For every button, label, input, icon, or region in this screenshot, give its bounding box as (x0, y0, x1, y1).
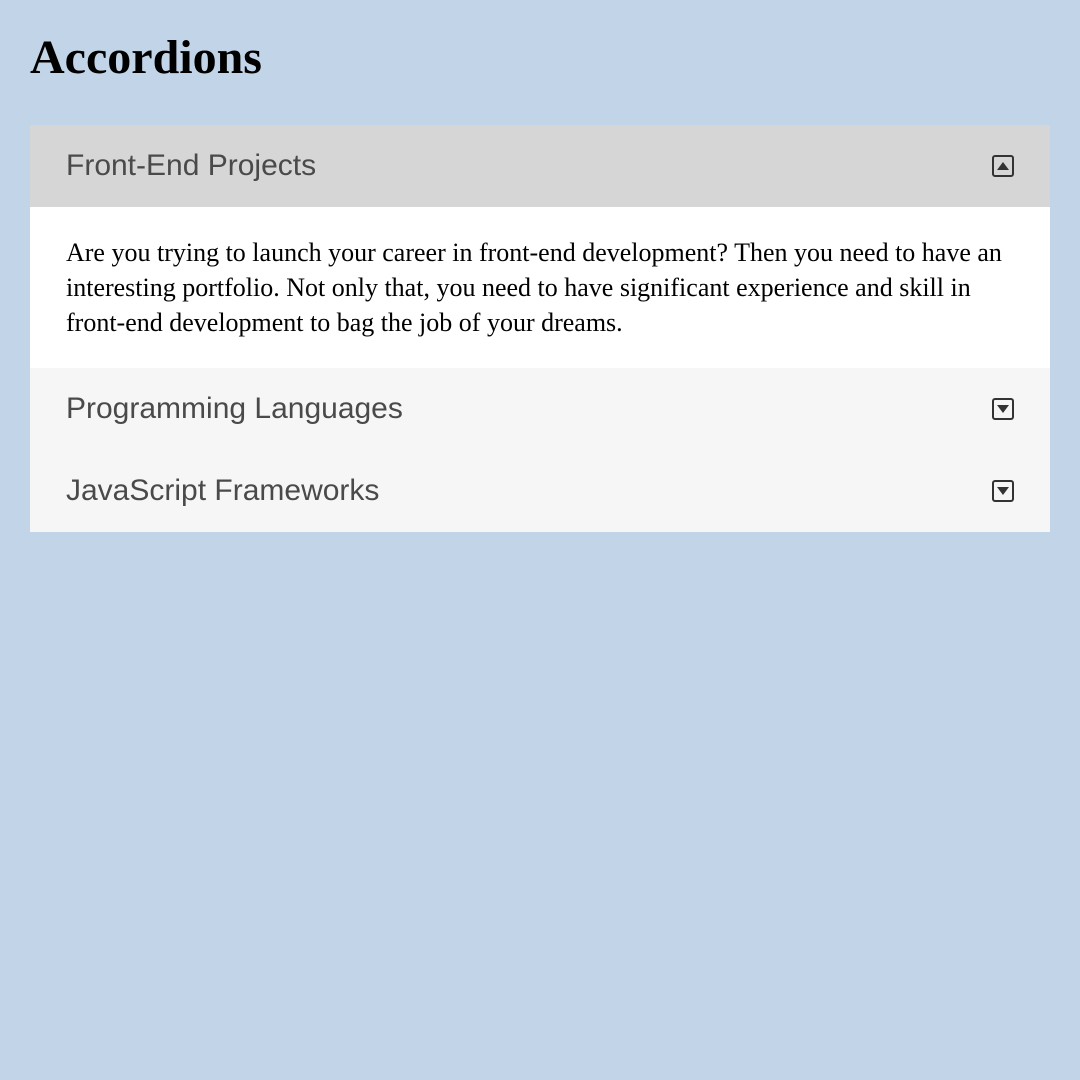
chevron-up-icon (992, 155, 1014, 177)
chevron-down-icon (992, 398, 1014, 420)
accordion-title: Programming Languages (66, 392, 403, 426)
accordion-header-javascript-frameworks[interactable]: JavaScript Frameworks (30, 450, 1050, 532)
accordion-header-programming-languages[interactable]: Programming Languages (30, 368, 1050, 450)
chevron-down-icon (992, 480, 1014, 502)
accordion-title: JavaScript Frameworks (66, 474, 379, 508)
accordion-body-text: Are you trying to launch your career in … (66, 238, 1002, 337)
accordion-title: Front-End Projects (66, 149, 316, 183)
accordion-content-front-end-projects: Are you trying to launch your career in … (30, 207, 1050, 368)
accordion-container: Front-End Projects Are you trying to lau… (30, 125, 1050, 532)
accordion-header-front-end-projects[interactable]: Front-End Projects (30, 125, 1050, 207)
page-title: Accordions (30, 30, 1050, 85)
